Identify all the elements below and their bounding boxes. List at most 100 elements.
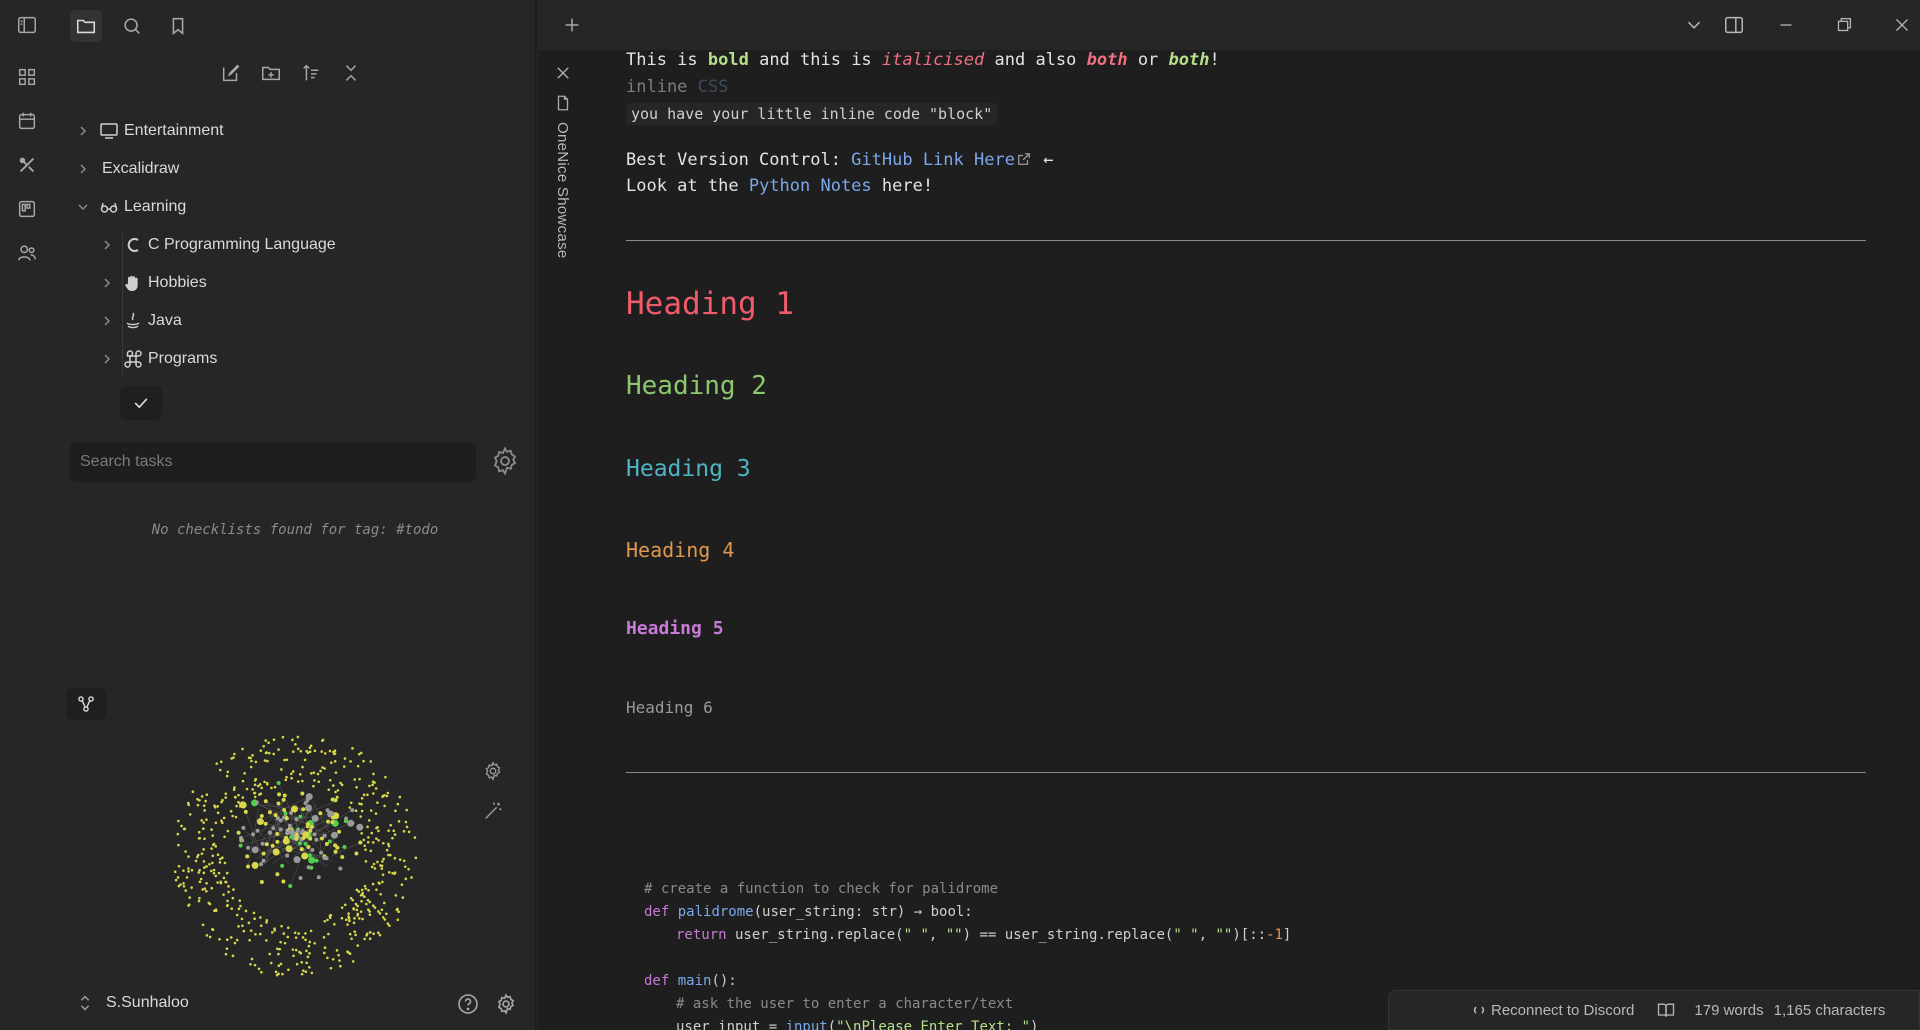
graph-node xyxy=(291,770,295,773)
graph-node xyxy=(298,814,303,819)
graph-node xyxy=(261,851,266,856)
graph-node xyxy=(245,787,249,791)
graph-node xyxy=(254,932,257,936)
graph-node xyxy=(363,884,367,888)
calendar-icon[interactable] xyxy=(14,108,40,134)
python-notes-link[interactable]: Python Notes xyxy=(749,176,872,196)
graph-node xyxy=(222,893,225,896)
new-note-icon[interactable] xyxy=(220,62,242,84)
restore-icon[interactable] xyxy=(1833,14,1855,36)
search-icon[interactable] xyxy=(116,10,148,42)
graph-node xyxy=(404,820,408,824)
close-icon[interactable] xyxy=(1891,14,1913,36)
graph-node xyxy=(205,889,208,893)
minimize-icon[interactable] xyxy=(1775,14,1797,36)
graph-node xyxy=(214,821,218,825)
graph-node xyxy=(368,913,372,917)
graph-node xyxy=(261,858,266,863)
graph-node xyxy=(253,917,256,921)
graph-settings-icon[interactable] xyxy=(482,760,504,782)
new-folder-icon[interactable] xyxy=(260,62,282,84)
graph-node xyxy=(414,856,418,860)
graph-node xyxy=(237,925,240,928)
graph-node xyxy=(285,758,289,762)
tree-item-learning[interactable]: Learning xyxy=(76,188,516,226)
graph-node xyxy=(333,760,337,763)
graph-node xyxy=(383,794,386,797)
graph-node xyxy=(294,817,299,822)
collapse-all-icon[interactable] xyxy=(340,62,362,84)
graph-tab-icon[interactable] xyxy=(66,688,106,720)
tree-item-java[interactable]: Java xyxy=(76,302,516,340)
graph-node xyxy=(260,841,265,846)
checklist-tab-icon[interactable] xyxy=(120,386,162,420)
excalidraw-icon[interactable] xyxy=(14,152,40,178)
graph-node xyxy=(202,848,205,851)
graph-node xyxy=(296,780,300,783)
graph-node xyxy=(177,843,180,847)
graph-node xyxy=(226,899,229,903)
graph-node xyxy=(200,795,204,798)
close-tab-icon[interactable] xyxy=(554,64,572,82)
tree-item-excalidraw[interactable]: Excalidraw xyxy=(76,150,516,188)
graph-node xyxy=(265,921,268,924)
file-tree: Entertainment Excalidraw Learning C Prog… xyxy=(76,112,516,378)
graph-node xyxy=(396,918,400,922)
tree-item-c-programming[interactable]: C Programming Language xyxy=(76,226,516,264)
tree-item-label: C Programming Language xyxy=(148,236,336,253)
graph-node xyxy=(368,784,371,788)
graph-node xyxy=(382,841,385,845)
vault-name[interactable]: S.Sunhaloo xyxy=(106,994,189,1012)
plus-icon[interactable] xyxy=(561,14,583,36)
sort-icon[interactable] xyxy=(300,62,322,84)
tasks-settings-icon[interactable] xyxy=(490,446,520,476)
graph-node xyxy=(323,951,326,955)
discord-reconnect[interactable]: Reconnect to Discord xyxy=(1473,1002,1634,1019)
local-graph-view[interactable] xyxy=(170,730,420,980)
github-link[interactable]: GitHub Link Here xyxy=(851,150,1015,170)
graph-node xyxy=(235,938,239,942)
graph-node xyxy=(300,961,304,964)
bookmark-icon[interactable] xyxy=(162,10,194,42)
dashboard-icon[interactable] xyxy=(14,64,40,90)
chevron-down-icon[interactable] xyxy=(1683,14,1705,36)
help-icon[interactable] xyxy=(456,992,480,1016)
tree-item-entertainment[interactable]: Entertainment xyxy=(76,112,516,150)
graph-node xyxy=(281,972,284,976)
chevron-up-down-icon[interactable] xyxy=(74,992,96,1014)
graph-node xyxy=(372,772,375,776)
graph-node xyxy=(284,816,289,821)
magic-wand-icon[interactable] xyxy=(482,800,504,822)
tree-item-hobbies[interactable]: Hobbies xyxy=(76,264,516,302)
reading-mode-icon[interactable] xyxy=(1656,1000,1676,1020)
graph-node xyxy=(198,896,201,900)
graph-node xyxy=(357,917,361,920)
graph-node xyxy=(241,825,246,830)
graph-node xyxy=(232,788,236,792)
graph-node xyxy=(386,791,390,795)
graph-node xyxy=(328,914,332,918)
tree-item-programs[interactable]: Programs xyxy=(76,340,516,378)
graph-node xyxy=(205,934,209,937)
people-icon[interactable] xyxy=(14,240,40,266)
graph-node xyxy=(216,811,220,815)
settings-icon[interactable] xyxy=(494,992,518,1016)
sidebar-toggle-icon[interactable] xyxy=(14,12,40,38)
files-icon[interactable] xyxy=(70,10,102,42)
graph-node xyxy=(355,908,359,912)
graph-node xyxy=(364,887,368,890)
graph-node xyxy=(241,779,245,783)
graph-edge xyxy=(266,832,271,862)
graph-node xyxy=(240,838,245,843)
chevron-down-icon xyxy=(76,200,90,214)
graph-node xyxy=(353,917,356,920)
graph-node xyxy=(388,924,391,927)
graph-node xyxy=(182,827,186,831)
search-tasks-input[interactable] xyxy=(70,442,476,482)
kanban-icon[interactable] xyxy=(14,196,40,222)
graph-node xyxy=(384,775,387,779)
graph-node xyxy=(220,800,223,804)
stacked-tab[interactable]: OneNice Showcase xyxy=(537,50,587,1030)
right-sidebar-toggle-icon[interactable] xyxy=(1723,14,1745,36)
tab-title[interactable]: OneNice Showcase xyxy=(554,122,571,259)
